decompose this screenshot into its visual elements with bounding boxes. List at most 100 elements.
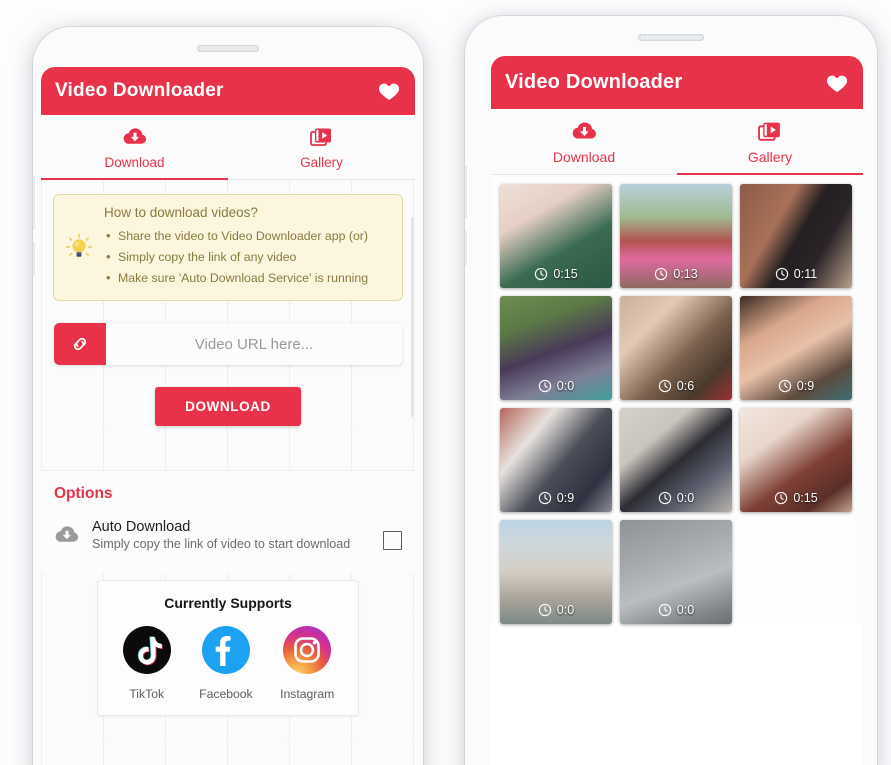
- video-stack-icon: [228, 125, 415, 149]
- tab-download-label: Download: [104, 155, 165, 170]
- app-title: Video Downloader: [505, 71, 683, 93]
- gallery-item[interactable]: 0:0: [620, 520, 732, 624]
- duration-badge: 0:0: [620, 603, 732, 617]
- video-url-input[interactable]: [106, 323, 402, 366]
- support-item-tiktok[interactable]: TikTok: [122, 625, 172, 701]
- lightbulb-icon: [62, 232, 96, 262]
- gallery-grid: 0:15 0:13 0:11 0:0 0:6 0:9 0:9 0:0 0:15 …: [491, 175, 863, 624]
- duration-badge: 0:13: [620, 267, 732, 281]
- video-url-row: [54, 323, 402, 366]
- clock-icon: [655, 267, 668, 281]
- clock-icon: [538, 603, 551, 617]
- cloud-download-icon: [491, 119, 677, 143]
- cloud-download-icon: [41, 125, 228, 149]
- download-tab-content: How to download videos? Share the video …: [41, 180, 415, 765]
- duration-badge: 0:9: [740, 379, 852, 393]
- heart-icon[interactable]: [377, 79, 401, 103]
- screenshot-stage: Video Downloader Download Gallery How to…: [0, 0, 891, 765]
- tab-gallery-label: Gallery: [747, 149, 793, 165]
- facebook-icon: [201, 626, 250, 674]
- how-to-info-card: How to download videos? Share the video …: [53, 194, 403, 302]
- tab-download-label: Download: [552, 149, 616, 165]
- info-bullet: Simply copy the link of any video: [104, 246, 390, 269]
- gallery-item[interactable]: 0:15: [740, 408, 852, 512]
- phone-side-button: [33, 177, 35, 229]
- gallery-item[interactable]: 0:11: [740, 184, 852, 288]
- support-label: TikTok: [129, 687, 165, 701]
- duration-text: 0:15: [793, 491, 818, 505]
- clock-icon: [658, 491, 671, 505]
- phone-mockup-left: Video Downloader Download Gallery How to…: [33, 27, 423, 765]
- gallery-item[interactable]: 0:6: [620, 296, 732, 400]
- tab-download[interactable]: Download: [491, 109, 677, 174]
- link-icon[interactable]: [54, 323, 106, 366]
- clock-icon: [775, 267, 788, 281]
- clock-icon: [538, 491, 551, 505]
- app-bar: Video Downloader: [41, 67, 415, 115]
- phone-speaker-grille: [638, 34, 704, 41]
- phone-mockup-right: Video Downloader Download Gallery 0:15 0…: [465, 16, 877, 765]
- gallery-item[interactable]: 0:9: [500, 408, 612, 512]
- vertical-scrollbar[interactable]: [411, 217, 414, 417]
- heart-icon[interactable]: [825, 71, 849, 95]
- option-row-auto-download[interactable]: Auto Download Simply copy the link of vi…: [41, 507, 415, 567]
- phone-side-button: [465, 231, 467, 265]
- tab-bar: Download Gallery: [41, 115, 415, 180]
- phone-side-button: [33, 242, 35, 276]
- info-card-bullets: Share the video to Video Downloader app …: [104, 225, 390, 290]
- gallery-item[interactable]: 0:9: [740, 296, 852, 400]
- info-card-title: How to download videos?: [104, 205, 258, 220]
- tab-gallery[interactable]: Gallery: [677, 109, 863, 175]
- options-heading: Options: [54, 485, 113, 502]
- gallery-item[interactable]: 0:0: [620, 408, 732, 512]
- options-section: Options Auto Download Simply copy the li…: [41, 470, 415, 573]
- support-item-facebook[interactable]: Facebook: [199, 625, 253, 701]
- option-description: Simply copy the link of video to start d…: [92, 537, 351, 551]
- download-button[interactable]: DOWNLOAD: [155, 387, 301, 427]
- duration-text: 0:0: [676, 603, 695, 617]
- info-bullet: Share the video to Video Downloader app …: [104, 225, 390, 248]
- supports-list: TikTok Facebook Instagram: [108, 625, 348, 701]
- duration-text: 0:0: [556, 603, 575, 617]
- duration-text: 0:11: [793, 267, 818, 281]
- supports-title: Currently Supports: [164, 595, 292, 611]
- clock-icon: [538, 379, 551, 393]
- phone-speaker-grille: [197, 45, 259, 52]
- duration-badge: 0:0: [500, 379, 612, 393]
- duration-badge: 0:15: [740, 491, 852, 505]
- duration-text: 0:9: [556, 491, 575, 505]
- clock-icon: [658, 603, 671, 617]
- tab-download[interactable]: Download: [41, 115, 228, 180]
- download-button-wrap: DOWNLOAD: [41, 387, 415, 427]
- tab-gallery[interactable]: Gallery: [228, 115, 415, 179]
- support-item-instagram[interactable]: Instagram: [280, 625, 334, 701]
- gallery-item[interactable]: 0:15: [500, 184, 612, 288]
- tab-bar: Download Gallery: [491, 109, 863, 175]
- auto-download-checkbox[interactable]: [383, 531, 402, 550]
- clock-icon: [775, 491, 788, 505]
- app-title: Video Downloader: [55, 80, 224, 101]
- phone-side-button: [465, 166, 467, 218]
- cloud-download-gray-icon: [54, 525, 80, 545]
- duration-text: 0:6: [676, 379, 695, 393]
- app-screen-download: Video Downloader Download Gallery How to…: [41, 67, 415, 765]
- duration-badge: 0:15: [500, 267, 612, 281]
- gallery-item[interactable]: 0:13: [620, 184, 732, 288]
- gallery-item[interactable]: 0:0: [500, 296, 612, 400]
- duration-badge: 0:0: [620, 491, 732, 505]
- clock-icon: [658, 379, 671, 393]
- option-title: Auto Download: [92, 519, 191, 535]
- app-bar: Video Downloader: [491, 56, 863, 109]
- video-stack-icon: [677, 119, 863, 143]
- duration-badge: 0:0: [500, 603, 612, 617]
- duration-text: 0:13: [673, 267, 698, 281]
- currently-supports-card: Currently Supports TikTok Facebook Insta…: [97, 580, 359, 716]
- support-label: Facebook: [199, 687, 253, 701]
- duration-badge: 0:9: [500, 491, 612, 505]
- gallery-item[interactable]: 0:0: [500, 520, 612, 624]
- clock-icon: [535, 267, 548, 281]
- support-label: Instagram: [280, 687, 335, 701]
- duration-text: 0:0: [676, 491, 695, 505]
- duration-text: 0:9: [796, 379, 815, 393]
- instagram-icon: [283, 626, 332, 674]
